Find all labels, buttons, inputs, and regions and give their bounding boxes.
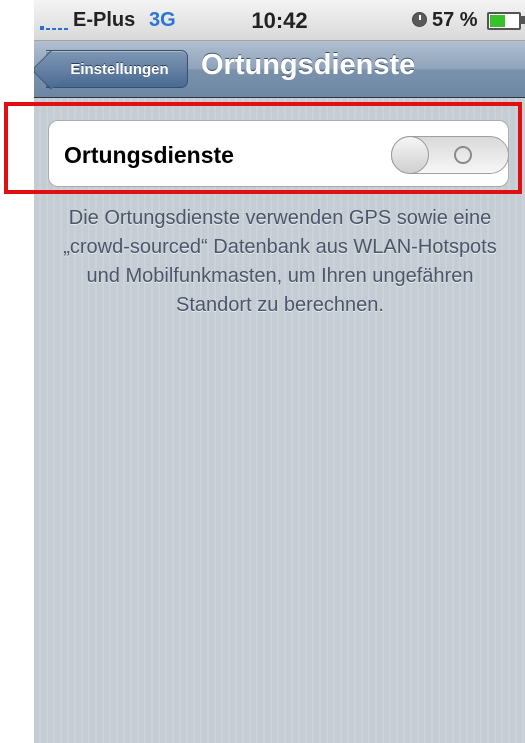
battery-icon bbox=[487, 12, 521, 30]
status-bar: E-Plus 3G 10:42 57 % bbox=[34, 0, 525, 41]
navigation-bar: Einstellungen Ortungsdienste bbox=[34, 41, 525, 98]
battery-tip bbox=[521, 16, 525, 24]
back-button-label: Einstellungen bbox=[70, 61, 169, 78]
page-title: Ortungsdienste bbox=[201, 49, 416, 81]
battery-percentage: 57 % bbox=[432, 9, 478, 31]
back-button[interactable]: Einstellungen bbox=[34, 50, 188, 90]
footer-description: Die Ortungsdienste verwenden GPS sowie e… bbox=[63, 207, 497, 316]
highlight-box bbox=[4, 102, 522, 194]
alarm-icon bbox=[412, 12, 427, 27]
battery-level-fill bbox=[490, 15, 505, 27]
back-arrow-icon bbox=[34, 50, 71, 90]
